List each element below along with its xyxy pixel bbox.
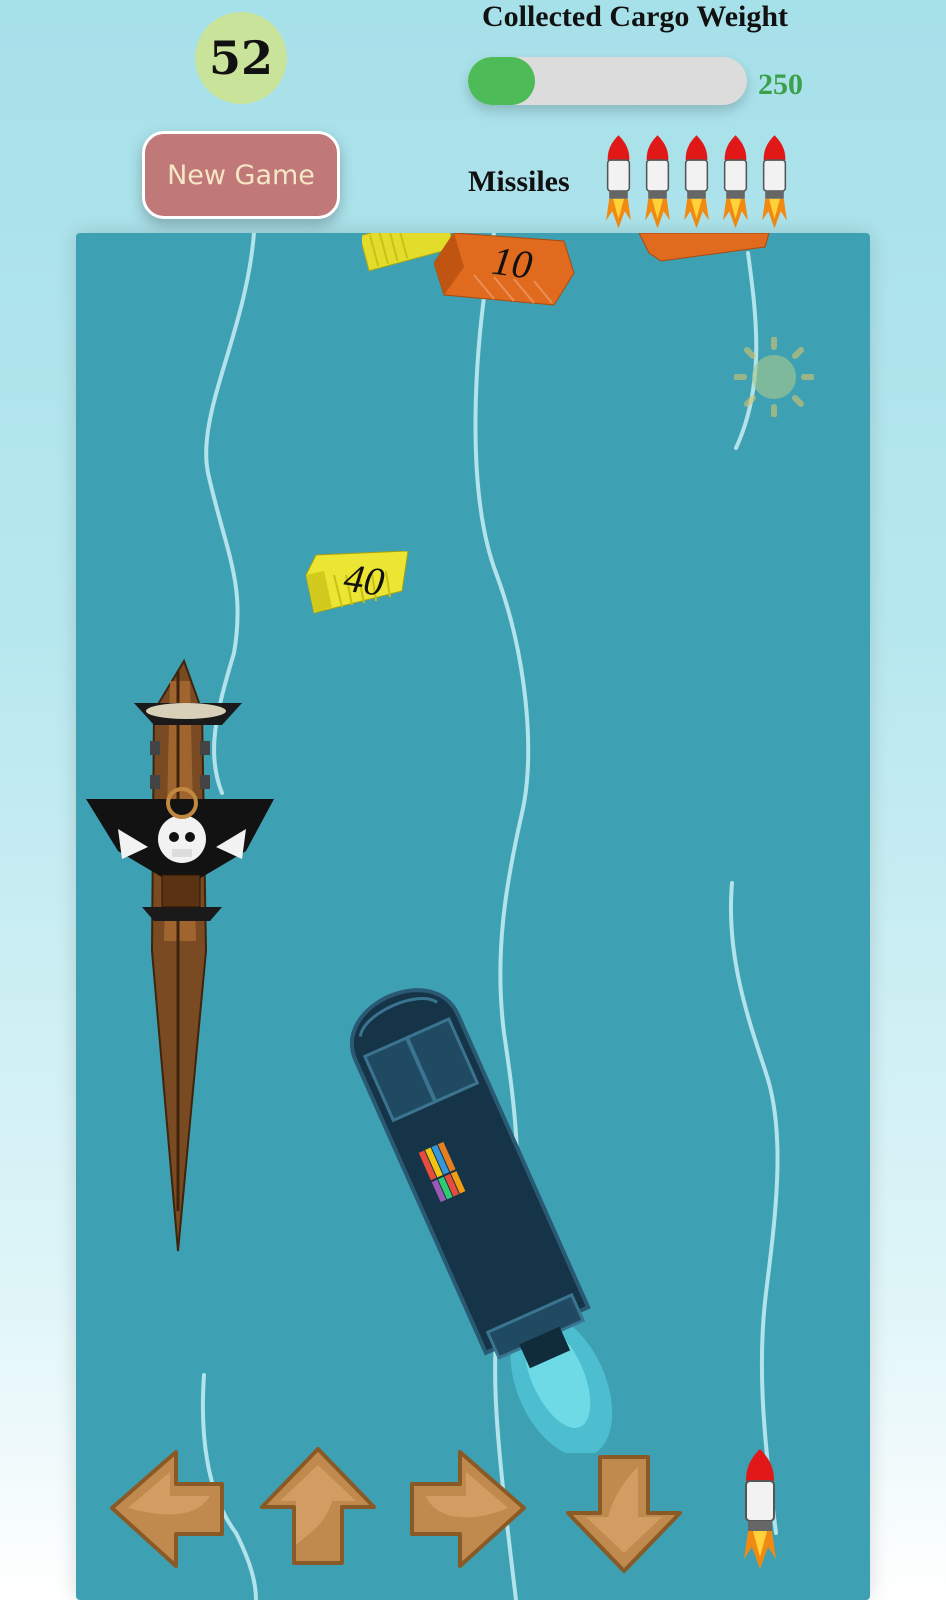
cargo-progress-bar <box>468 57 747 105</box>
arrow-left-icon[interactable] <box>106 1448 228 1570</box>
missiles-remaining <box>603 133 790 229</box>
missile-icon <box>645 135 670 229</box>
game-board[interactable]: 10 40 <box>76 233 870 1600</box>
missile-icon <box>723 135 748 229</box>
fire-missile-icon[interactable] <box>740 1447 780 1569</box>
cargo-weight-title: Collected Cargo Weight <box>481 0 789 33</box>
container-weight-label: 10 <box>489 238 535 288</box>
missile-icon <box>762 135 787 229</box>
new-game-button[interactable]: New Game <box>142 131 340 219</box>
score-value: 52 <box>208 31 273 85</box>
pirate-ship <box>86 658 274 1252</box>
missile-icon <box>606 135 631 229</box>
cargo-weight-value: 250 <box>758 68 803 101</box>
arrow-up-icon[interactable] <box>256 1445 380 1569</box>
container-weight-label: 40 <box>341 555 387 605</box>
sun-icon <box>734 337 814 417</box>
new-game-label: New Game <box>167 159 315 191</box>
score-badge: 52 <box>195 12 287 104</box>
cargo-container-yellow-40: 40 <box>305 551 409 614</box>
cargo-container-orange <box>639 233 770 262</box>
cargo-progress-fill <box>468 57 535 105</box>
cargo-ship <box>350 988 613 1453</box>
arrow-right-icon[interactable] <box>406 1446 530 1570</box>
cargo-container-orange-10: 10 <box>434 233 575 306</box>
missiles-label: Missiles <box>468 165 570 198</box>
arrow-down-icon[interactable] <box>562 1453 686 1575</box>
missile-icon <box>684 135 709 229</box>
